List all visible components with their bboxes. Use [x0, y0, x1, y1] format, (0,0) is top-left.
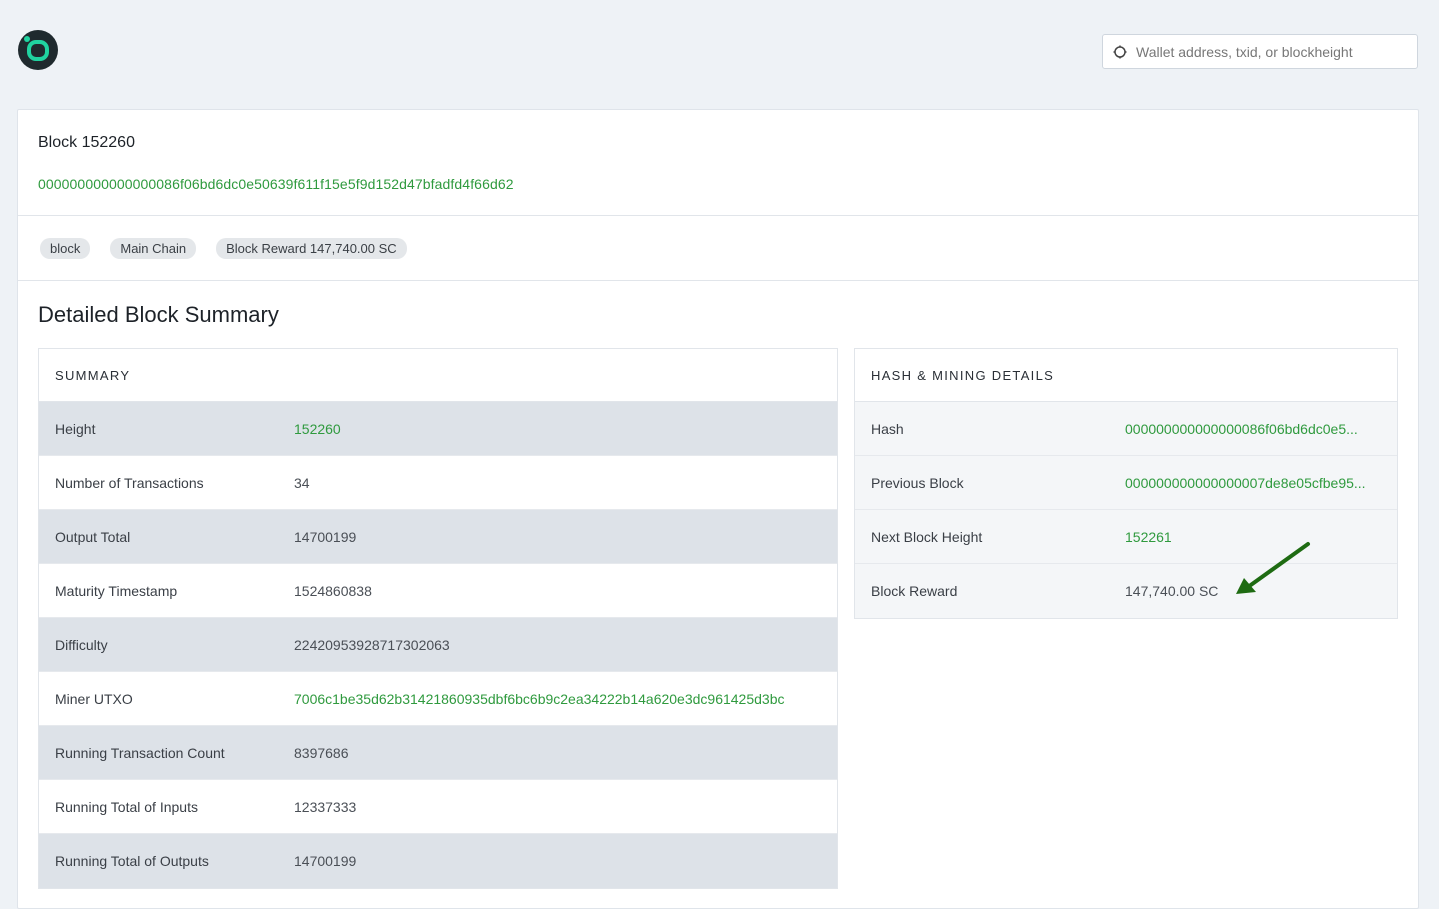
- table-row: Running Total of Outputs 14700199: [39, 834, 837, 888]
- row-label: Difficulty: [55, 636, 108, 653]
- table-row: Previous Block 000000000000000007de8e05c…: [855, 456, 1397, 510]
- row-label: Previous Block: [871, 474, 964, 491]
- row-label: Number of Transactions: [55, 474, 204, 491]
- row-label: Maturity Timestamp: [55, 582, 178, 599]
- block-reward-value: 147,740.00 SC: [1125, 583, 1219, 599]
- row-value: 8397686: [294, 744, 349, 761]
- table-row: Running Transaction Count 8397686: [39, 726, 837, 780]
- row-label: Running Total of Inputs: [55, 798, 198, 815]
- table-row: Number of Transactions 34: [39, 456, 837, 510]
- row-label: Next Block Height: [871, 528, 983, 545]
- row-value: 14700199: [294, 528, 357, 545]
- tag-main-chain: Main Chain: [110, 237, 197, 259]
- sia-logo-icon[interactable]: [18, 30, 58, 70]
- table-row: Block Reward 147,740.00 SC: [855, 564, 1397, 618]
- row-value: 1524860838: [294, 582, 372, 599]
- table-row: Miner UTXO 7006c1be35d62b31421860935dbf6…: [39, 672, 837, 726]
- table-row: Maturity Timestamp 1524860838: [39, 564, 837, 618]
- row-label: Hash: [871, 420, 904, 437]
- summary-header: SUMMARY: [39, 349, 837, 402]
- search-icon: [1113, 45, 1127, 59]
- row-label: Running Total of Outputs: [55, 853, 209, 869]
- table-row: Output Total 14700199: [39, 510, 837, 564]
- table-row: Difficulty 22420953928717302063: [39, 618, 837, 672]
- section-title: Detailed Block Summary: [38, 302, 279, 327]
- summary-panel: SUMMARY Height 152260 Number of Transact…: [38, 348, 838, 889]
- top-bar: [0, 0, 1439, 108]
- block-hash[interactable]: 000000000000000086f06bd6dc0e50639f611f15…: [38, 176, 1398, 192]
- row-label: Output Total: [55, 528, 131, 545]
- search-box[interactable]: [1102, 34, 1418, 69]
- miner-utxo-link[interactable]: 7006c1be35d62b31421860935dbf6bc6b9c2ea34…: [294, 691, 785, 707]
- height-link[interactable]: 152260: [294, 421, 341, 437]
- block-header: Block 152260 000000000000000086f06bd6dc0…: [18, 110, 1418, 216]
- table-row: Next Block Height 152261: [855, 510, 1397, 564]
- block-card: Block 152260 000000000000000086f06bd6dc0…: [17, 109, 1419, 909]
- hash-link[interactable]: 000000000000000086f06bd6dc0e5...: [1125, 421, 1358, 437]
- table-row: Running Total of Inputs 12337333: [39, 780, 837, 834]
- row-value: 14700199: [294, 853, 357, 869]
- arrow-icon: [1236, 542, 1310, 594]
- hash-mining-header: HASH & MINING DETAILS: [855, 349, 1397, 402]
- row-value: 22420953928717302063: [294, 636, 450, 653]
- table-row: Height 152260: [39, 402, 837, 456]
- row-label: Running Transaction Count: [55, 744, 225, 761]
- tag-block-reward: Block Reward 147,740.00 SC: [216, 237, 407, 259]
- table-row: Hash 000000000000000086f06bd6dc0e5...: [855, 402, 1397, 456]
- row-label: Miner UTXO: [55, 690, 133, 707]
- tag-list: block Main Chain Block Reward 147,740.00…: [18, 216, 1418, 281]
- hash-mining-panel: HASH & MINING DETAILS Hash 0000000000000…: [854, 348, 1398, 619]
- row-label: Height: [55, 420, 96, 437]
- row-value: 34: [294, 474, 310, 491]
- row-label: Block Reward: [871, 583, 958, 599]
- next-block-link[interactable]: 152261: [1125, 529, 1172, 545]
- block-title: Block 152260: [38, 134, 135, 151]
- previous-block-link[interactable]: 000000000000000007de8e05cfbe95...: [1125, 475, 1366, 491]
- row-value: 12337333: [294, 798, 357, 815]
- tag-block: block: [40, 237, 91, 259]
- search-input[interactable]: [1136, 43, 1417, 60]
